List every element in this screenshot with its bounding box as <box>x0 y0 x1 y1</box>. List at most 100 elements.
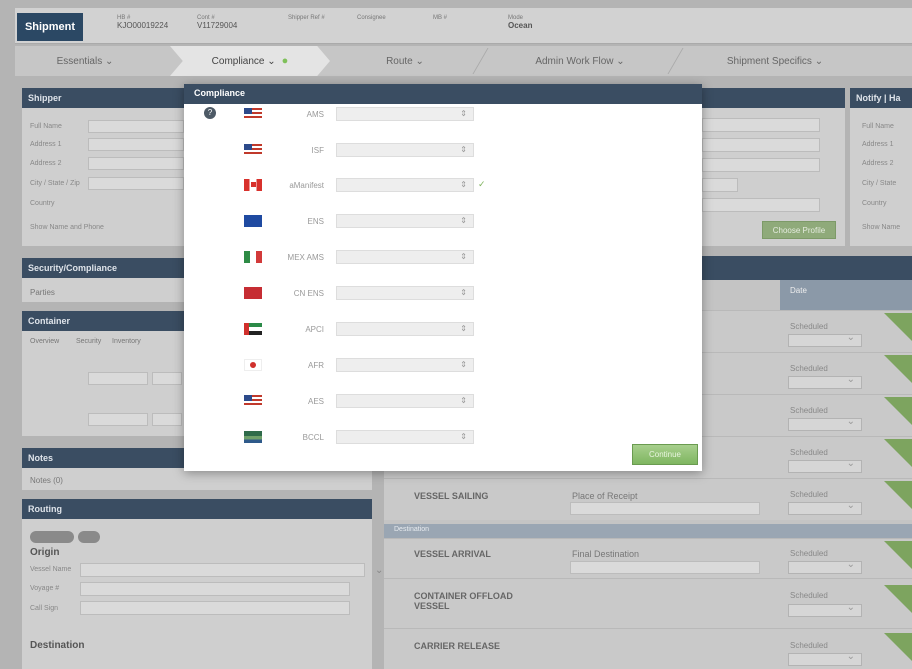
container-tab-security[interactable]: Security <box>76 338 101 345</box>
full-name-field[interactable] <box>88 120 184 133</box>
notify-label: City / State <box>862 180 897 187</box>
notify-label: Address 2 <box>862 160 894 167</box>
voyage-label: Voyage # <box>30 585 60 592</box>
origin-heading: Origin <box>30 547 60 558</box>
compliance-label: AES <box>307 397 324 406</box>
vessel-name-field[interactable] <box>80 563 365 577</box>
address-2-field[interactable] <box>88 157 184 170</box>
us-flag-icon <box>244 108 262 120</box>
compliance-select[interactable]: ⇕ <box>336 214 474 228</box>
notify-label: Full Name <box>862 123 894 130</box>
event-place: Place of Receipt <box>572 491 638 501</box>
workflow-row: VESSEL ARRIVAL Final Destination Scheduled <box>384 538 912 578</box>
compliance-select[interactable]: ⇕ <box>336 358 474 372</box>
compliance-row-apci: APCI ⇕ <box>184 311 702 347</box>
shipment-badge: Shipment <box>17 13 83 41</box>
status-select[interactable] <box>788 374 862 389</box>
compliance-row-mex-ams: MEX AMS ⇕ <box>184 239 702 275</box>
compliance-select[interactable]: ⇕ <box>336 286 474 300</box>
label-address-1: Address 1 <box>30 141 62 148</box>
compliance-select[interactable]: ⇕ <box>336 394 474 408</box>
us-flag-icon <box>244 395 262 407</box>
status-select[interactable] <box>788 500 862 515</box>
compliance-row-aes: AES ⇕ <box>184 383 702 419</box>
compliance-label: ENS <box>307 217 324 226</box>
choose-profile-button[interactable]: Choose Profile <box>762 221 836 239</box>
event-name: CONTAINER OFFLOAD VESSEL <box>414 591 513 611</box>
compliance-row-ams: AMS ⇕ <box>184 96 702 132</box>
compliance-row-amanifest: aManifest ⇕ ✓ <box>184 167 702 203</box>
notify-label: Country <box>862 200 887 207</box>
status-select[interactable] <box>788 458 862 473</box>
container-field[interactable] <box>88 413 148 426</box>
address-1-field[interactable] <box>88 138 184 151</box>
tab-shipment-specifics[interactable]: Shipment Specifics ⌄ <box>690 46 860 76</box>
flag-icon <box>884 585 912 613</box>
compliance-select[interactable]: ⇕ <box>336 322 474 336</box>
event-name: VESSEL SAILING <box>414 491 489 501</box>
meta-shipper-ref: Shipper Ref # <box>288 15 325 21</box>
container-field[interactable] <box>152 413 182 426</box>
container-tab-overview[interactable]: Overview <box>30 338 59 345</box>
consignee-field[interactable] <box>702 118 820 132</box>
tab-compliance[interactable]: Compliance ⌄ ● <box>170 46 330 76</box>
compliance-select[interactable]: ⇕ <box>336 430 474 444</box>
container-field[interactable] <box>88 372 148 385</box>
consignee-field[interactable] <box>702 158 820 172</box>
place-field[interactable] <box>570 502 760 515</box>
continue-button[interactable]: Continue <box>632 444 698 465</box>
tab-route[interactable]: Route ⌄ <box>340 46 470 76</box>
flag-icon <box>884 355 912 383</box>
consignee-title <box>702 88 845 108</box>
event-name: CARRIER RELEASE <box>414 641 501 651</box>
china-flag-icon <box>244 287 262 299</box>
chevron-down-icon[interactable]: ⌄ <box>375 565 383 576</box>
compliance-label: AMS <box>306 110 324 119</box>
flag-icon <box>884 397 912 425</box>
canada-flag-icon <box>244 179 262 191</box>
compliance-label: APCI <box>305 325 324 334</box>
notify-show-link[interactable]: Show Name <box>862 224 900 231</box>
container-tab-inventory[interactable]: Inventory <box>112 338 141 345</box>
compliance-select[interactable]: ⇕ <box>336 178 474 192</box>
show-name-phone-link[interactable]: Show Name and Phone <box>30 224 104 231</box>
status-col-header: Date <box>790 286 807 295</box>
status-select[interactable] <box>788 332 862 347</box>
city-field[interactable] <box>88 177 184 190</box>
compliance-label: CN ENS <box>293 289 324 298</box>
label-country: Country <box>30 200 55 207</box>
routing-toggle-2[interactable] <box>78 531 100 543</box>
voyage-field[interactable] <box>80 582 350 596</box>
check-icon: ✓ <box>478 179 486 189</box>
compliance-select[interactable]: ⇕ <box>336 250 474 264</box>
meta-hb: HB # KJO00019224 <box>117 15 169 30</box>
meta-mode: Mode Ocean <box>508 15 533 30</box>
notes-link[interactable]: Notes (0) <box>30 476 63 485</box>
compliance-select[interactable]: ⇕ <box>336 143 474 157</box>
other-flag-icon <box>244 431 262 443</box>
compliance-row-afr: AFR ⇕ <box>184 347 702 383</box>
compliance-label: BCCL <box>302 433 324 442</box>
container-field[interactable] <box>152 372 182 385</box>
compliance-label: MEX AMS <box>287 253 324 262</box>
destination-heading: Destination <box>30 640 85 651</box>
status-select[interactable] <box>788 416 862 431</box>
consignee-field[interactable] <box>702 138 820 152</box>
compliance-label: ISF <box>311 146 324 155</box>
status-select[interactable] <box>788 602 862 617</box>
flag-icon <box>884 541 912 569</box>
status-select[interactable] <box>788 651 862 666</box>
tab-essentials[interactable]: Essentials ⌄ <box>15 46 155 76</box>
flag-icon <box>884 481 912 509</box>
call-sign-field[interactable] <box>80 601 350 615</box>
vessel-name-label: Vessel Name <box>30 566 72 573</box>
tab-admin-work-flow[interactable]: Admin Work Flow ⌄ <box>500 46 660 76</box>
place-field[interactable] <box>570 561 760 574</box>
compliance-select[interactable]: ⇕ <box>336 107 474 121</box>
consignee-field[interactable] <box>702 198 820 212</box>
status-select[interactable] <box>788 559 862 574</box>
flag-icon <box>884 439 912 467</box>
workflow-row: CONTAINER OFFLOAD VESSEL Scheduled <box>384 578 912 628</box>
consignee-field[interactable] <box>702 178 738 192</box>
routing-toggle-1[interactable] <box>30 531 74 543</box>
